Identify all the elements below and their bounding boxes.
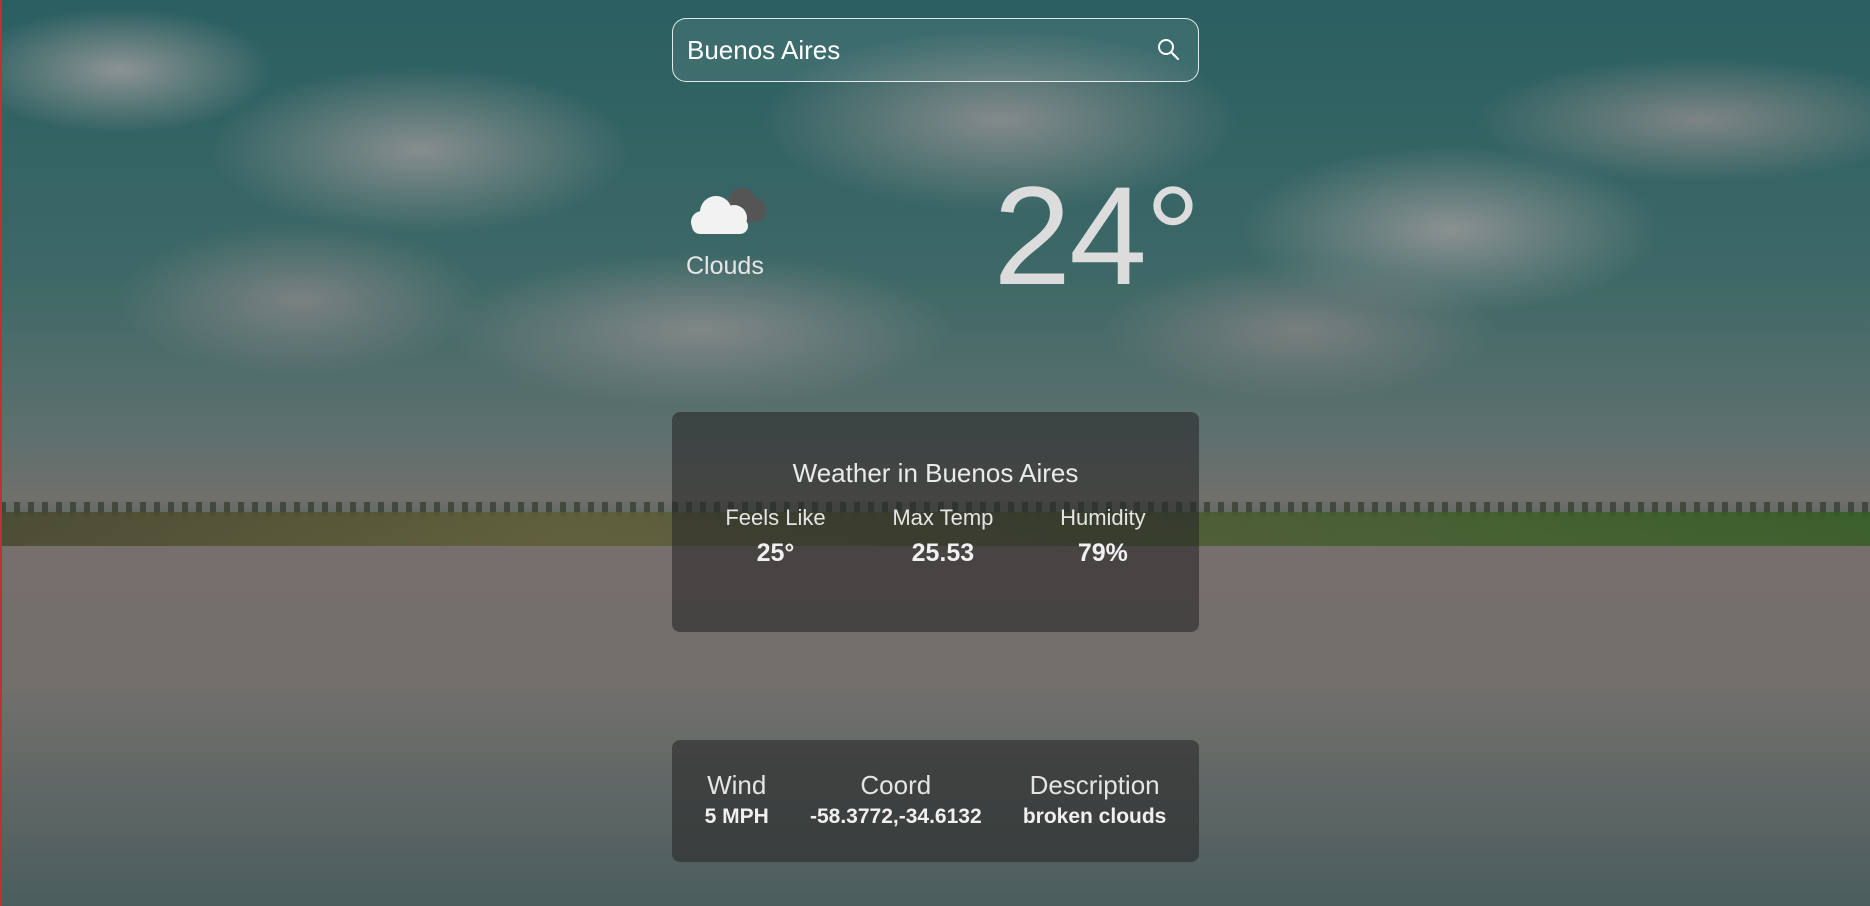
search-button[interactable] bbox=[1150, 33, 1186, 69]
stat-value: 25° bbox=[756, 539, 795, 567]
stat-value: 79% bbox=[1077, 539, 1128, 567]
weather-extra-card: Wind 5 MPH Coord -58.3772,-34.6132 Descr… bbox=[672, 740, 1199, 862]
stat-label: Coord bbox=[860, 770, 932, 800]
stat-label: Wind bbox=[707, 770, 767, 800]
window-edge bbox=[0, 0, 2, 906]
cloud-icon bbox=[686, 184, 806, 242]
weather-details-card: Weather in Buenos Aires Feels Like 25° M… bbox=[672, 412, 1199, 632]
stat-value: broken clouds bbox=[1022, 805, 1167, 828]
humidity-stat: Humidity 79% bbox=[1060, 505, 1146, 568]
weather-app: Clouds 24° Weather in Buenos Aires Feels… bbox=[672, 18, 1201, 862]
condition-label: Clouds bbox=[686, 252, 764, 280]
description-stat: Description broken clouds bbox=[1023, 770, 1167, 829]
stat-value: -58.3772,-34.6132 bbox=[809, 805, 982, 828]
search-bar bbox=[672, 18, 1199, 82]
extra-stats: Wind 5 MPH Coord -58.3772,-34.6132 Descr… bbox=[672, 740, 1199, 829]
max-temp-stat: Max Temp 25.53 bbox=[892, 505, 993, 568]
details-stats: Feels Like 25° Max Temp 25.53 Humidity 7… bbox=[672, 505, 1199, 568]
stat-label: Max Temp bbox=[892, 505, 994, 530]
coord-stat: Coord -58.3772,-34.6132 bbox=[810, 770, 982, 829]
search-icon bbox=[1156, 37, 1180, 66]
details-title: Weather in Buenos Aires bbox=[792, 458, 1079, 488]
stat-value: 25.53 bbox=[911, 539, 975, 567]
search-input[interactable] bbox=[687, 29, 1127, 71]
stat-label: Humidity bbox=[1060, 505, 1146, 530]
current-condition: Clouds bbox=[686, 184, 806, 281]
temperature-display: 24° bbox=[993, 157, 1201, 314]
stat-label: Description bbox=[1029, 770, 1160, 800]
feels-like-stat: Feels Like 25° bbox=[725, 505, 825, 568]
stat-value: 5 MPH bbox=[704, 805, 769, 828]
wind-stat: Wind 5 MPH bbox=[705, 770, 769, 829]
stat-label: Feels Like bbox=[725, 505, 826, 530]
